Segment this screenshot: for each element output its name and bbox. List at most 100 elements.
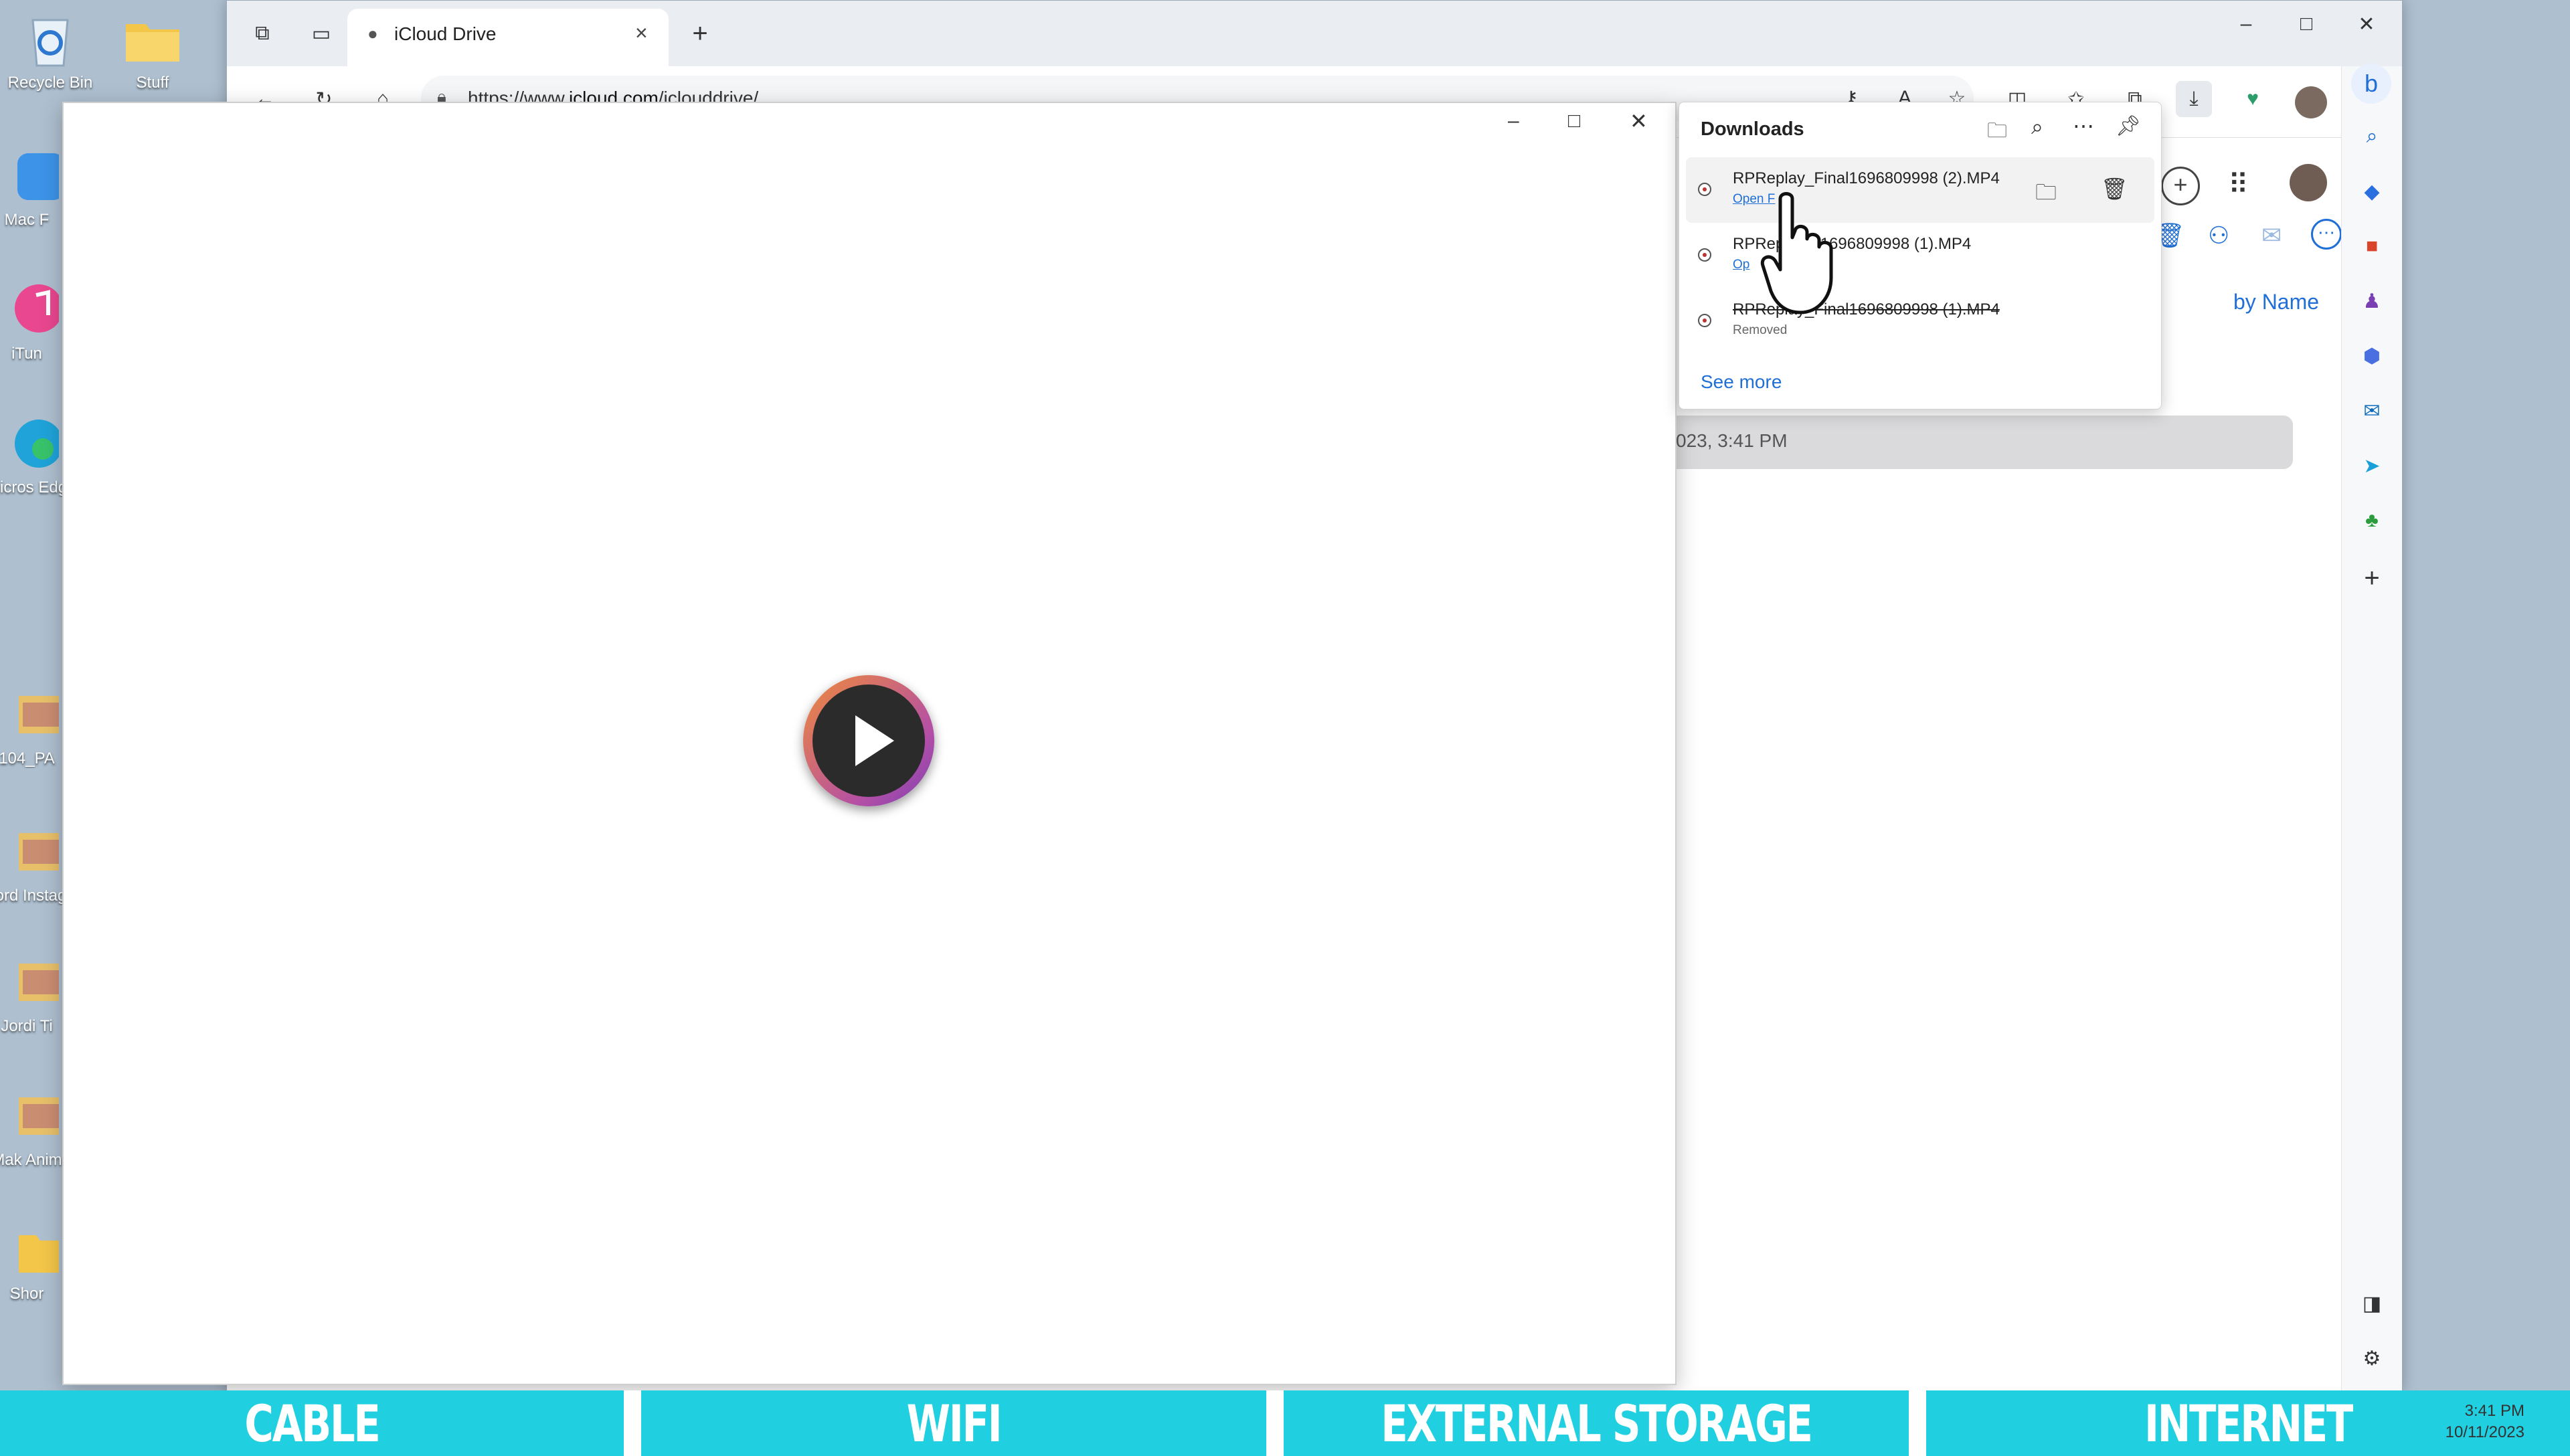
pin-icon[interactable]: 📌︎ [2116,114,2141,138]
desktop-icon-edge[interactable]: Micros Edg [0,412,67,497]
video-file-icon [1698,248,1711,262]
play-button[interactable] [803,675,934,806]
desktop-icon-label: Jordi Ti [1,1017,53,1035]
share-person-icon[interactable]: ⚇ [2208,221,2229,250]
show-in-folder-icon[interactable]: 🗀 [2035,177,2057,213]
tab-icloud-drive[interactable]: ● iCloud Drive × [347,9,669,66]
desktop-icon-label: Micros Edg [0,478,67,496]
desktop-icon-make[interactable]: Mak Anim [0,1084,67,1170]
download-item[interactable]: RPReplay_Final1696809998 (1).MP4 Removed [1686,288,2154,354]
open-file-link[interactable]: Op [1733,258,1749,272]
folder-icon [0,1084,59,1148]
banner-divider [624,1390,641,1456]
desktop-icon-104[interactable]: 104_PA [0,682,67,768]
clock-date: 10/11/2023 [2445,1423,2524,1441]
close-tab-icon[interactable]: × [635,21,648,46]
folder-icon [120,7,185,71]
shopping-icon[interactable]: ◆ [2354,173,2390,209]
bing-copilot-icon[interactable]: b [2351,64,2391,104]
download-item[interactable]: RPRep 1696809998 (1).MP4 Op [1686,223,2154,288]
desktop-icon-itunes[interactable]: iTun [0,278,67,363]
open-folder-icon[interactable]: 🗀 [1987,116,2007,150]
clock-time: 3:41 PM [2464,1402,2524,1420]
icloud-avatar[interactable] [2290,164,2327,201]
tree-icon[interactable]: ♣ [2354,503,2390,539]
maximize-icon[interactable]: □ [2288,6,2324,42]
tab-title: iCloud Drive [394,23,497,44]
tab-actions-icon[interactable]: ▭ [303,15,339,52]
delete-icon[interactable]: 🗑︎ [2101,176,2128,201]
edge-sidebar: b ⌕ ◆ ■ ♟ ⬢ ✉ ➤ ♣ + ◨ ⚙ [2341,64,2402,1392]
banner-segment: INTERNET [2144,1393,2353,1453]
apps-grid-icon[interactable]: ⠿ [2228,168,2249,201]
file-row-date: 023, 3:41 PM [1676,430,1788,451]
desktop-icon-label: Jord Instag [0,887,67,905]
games-icon[interactable]: ♟ [2354,283,2390,319]
finder-icon [0,144,59,208]
add-icon[interactable]: + [2161,167,2200,205]
apple-icon: ● [367,23,378,43]
recycle-bin-icon [18,7,82,71]
video-file-icon [1698,183,1711,196]
desktop-icon-instagram[interactable]: Jord Instag [0,820,67,905]
media-player-window[interactable]: – □ ✕ [62,102,1677,1385]
desktop-icon-label: Shor [9,1285,44,1303]
microsoft365-icon[interactable]: ⬢ [2354,338,2390,374]
desktop-icon-mac[interactable]: Mac F [0,144,67,230]
taskbar-clock[interactable]: 3:41 PM 10/11/2023 [2446,1400,2524,1443]
search-downloads-icon[interactable]: ⌕ [2031,114,2043,140]
download-file-name: RPReplay_Final1696809998 (2).MP4 [1733,169,2000,187]
download-status: Removed [1733,323,1788,337]
desktop-icon-label: Mak Anim [0,1151,62,1169]
player-minimize-icon[interactable]: – [1508,110,1519,132]
downloads-icon[interactable]: ⤓ [2176,81,2212,117]
player-maximize-icon[interactable]: □ [1568,110,1580,132]
desktop-icon-label: Recycle Bin [7,74,93,92]
desktop-icon-shor[interactable]: Shor [0,1218,67,1303]
downloads-title: Downloads [1701,118,1804,140]
download-item[interactable]: RPReplay_Final1696809998 (2).MP4 Open F … [1686,157,2154,223]
desktop-icon-label: iTun [11,345,42,363]
downloads-flyout: Downloads 🗀 ⌕ ⋯ 📌︎ RPReplay_Final1696809… [1679,102,2162,410]
see-more-link[interactable]: See more [1701,371,1782,393]
profile-avatar[interactable] [2295,86,2327,118]
player-close-icon[interactable]: ✕ [1630,108,1648,134]
edge-icon [0,412,59,476]
desktop-icon-label: Stuff [136,74,169,92]
folder-icon [0,682,59,747]
hand-cursor-icon [1760,191,1847,318]
more-circle-icon[interactable]: ⋯ [2311,219,2342,250]
add-sidebar-icon[interactable]: + [2354,560,2390,596]
banner-divider [1266,1390,1284,1456]
search-icon[interactable]: ⌕ [2354,118,2390,155]
folder-icon [0,1218,59,1282]
banner-divider [1909,1390,1926,1456]
workspaces-icon[interactable]: ⧉ [244,15,280,52]
settings-gear-icon[interactable]: ⚙ [2354,1340,2390,1376]
overlay-banner: CABLE WIFI EXTERNAL STORAGE INTERNET [0,1390,2570,1456]
play-icon [812,685,925,797]
browser-titlebar: ⧉ ▭ ● iCloud Drive × + – □ ✕ [227,1,2402,66]
downloads-more-icon[interactable]: ⋯ [2073,113,2094,139]
outlook-icon[interactable]: ✉ [2354,393,2390,429]
folder-icon [0,820,59,884]
send-icon[interactable]: ➤ [2354,448,2390,484]
sort-by-name[interactable]: by Name [2233,290,2319,314]
new-tab-icon[interactable]: + [682,15,718,52]
banner-segment: CABLE [244,1393,380,1453]
close-window-icon[interactable]: ✕ [2348,6,2385,42]
folder-icon [0,950,59,1014]
banner-segment: WIFI [906,1393,1003,1453]
desktop-icon-stuff[interactable]: Stuff [99,7,206,92]
desktop-icon-jordi[interactable]: Jordi Ti [0,950,67,1036]
mail-icon[interactable]: ✉ [2261,221,2282,250]
itunes-icon [0,278,59,342]
browser-essentials-icon[interactable]: ♥ [2235,81,2271,117]
minimize-icon[interactable]: – [2228,6,2264,42]
tools-icon[interactable]: ■ [2354,228,2390,264]
banner-segment: EXTERNAL STORAGE [1381,1393,1813,1453]
desktop-icon-label: Mac F [4,211,50,229]
hide-sidebar-icon[interactable]: ◨ [2354,1285,2390,1322]
video-file-icon [1698,314,1711,327]
desktop-icon-recycle-bin[interactable]: Recycle Bin [0,7,104,92]
